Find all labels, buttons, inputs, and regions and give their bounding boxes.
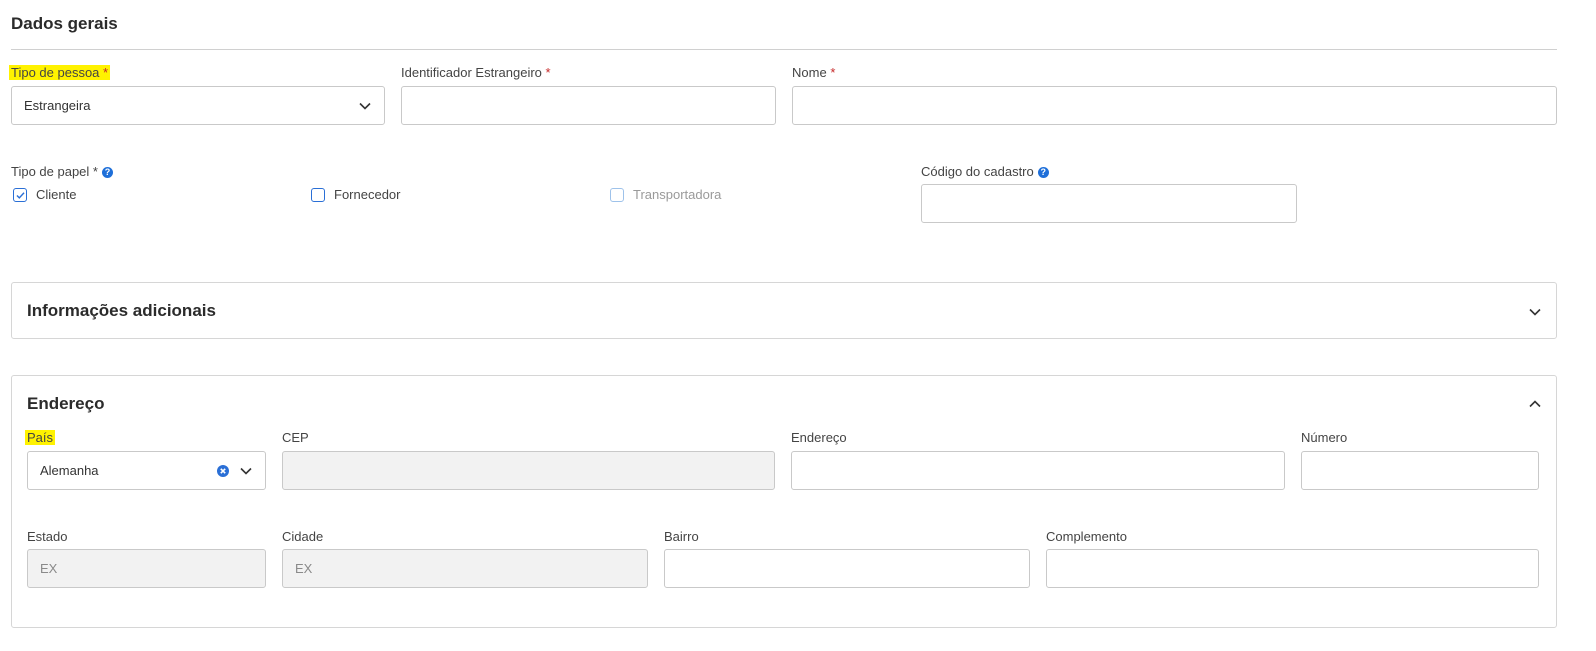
complemento-input[interactable]: [1046, 549, 1539, 588]
pais-value: Alemanha: [40, 463, 99, 478]
pais-label: País: [25, 430, 56, 445]
identificador-input[interactable]: [401, 86, 776, 125]
estado-input: EX: [27, 549, 266, 588]
chevron-down-icon[interactable]: [1528, 305, 1542, 319]
numero-input[interactable]: [1301, 451, 1539, 490]
codigo-label: Código do cadastro?: [921, 164, 1049, 179]
bairro-label: Bairro: [664, 529, 699, 544]
tipo-papel-label: Tipo de papel *?: [11, 164, 113, 179]
complemento-label: Complemento: [1046, 529, 1127, 544]
endereco-label: Endereço: [791, 430, 847, 445]
tipo-papel-label-text: Tipo de papel *: [11, 164, 98, 179]
checkbox-transportadora: [610, 188, 624, 202]
required-mark: *: [830, 65, 836, 80]
identificador-label-text: Identificador Estrangeiro: [401, 65, 542, 80]
question-circle-icon[interactable]: ?: [1037, 167, 1049, 179]
chevron-up-icon[interactable]: [1528, 397, 1542, 411]
estado-label: Estado: [27, 529, 68, 544]
cep-input: [282, 451, 775, 490]
section-divider: [11, 49, 1557, 50]
bairro-input[interactable]: [664, 549, 1030, 588]
nome-label-text: Nome: [792, 65, 827, 80]
endereco-input[interactable]: [791, 451, 1285, 490]
checkbox-transportadora-label: Transportadora: [633, 187, 722, 202]
cep-label: CEP: [282, 430, 309, 445]
chevron-down-icon: [359, 102, 371, 110]
required-mark: *: [545, 65, 551, 80]
tipo-pessoa-value: Estrangeira: [24, 98, 91, 113]
question-circle-icon[interactable]: ?: [101, 167, 113, 179]
checkbox-fornecedor-label: Fornecedor: [334, 187, 401, 202]
section-title-dados-gerais: Dados gerais: [11, 14, 118, 33]
pais-label-text: País: [25, 430, 56, 445]
info-adicionais-panel[interactable]: Informações adicionais: [11, 282, 1557, 339]
nome-label: Nome *: [792, 65, 835, 80]
identificador-label: Identificador Estrangeiro *: [401, 65, 551, 80]
checkbox-cliente[interactable]: [13, 188, 27, 202]
nome-input[interactable]: [792, 86, 1557, 125]
cidade-input: EX: [282, 549, 648, 588]
cidade-label: Cidade: [282, 529, 324, 544]
clear-icon[interactable]: [217, 465, 229, 477]
tipo-pessoa-label-text: Tipo de pessoa: [11, 65, 100, 80]
endereco-panel: Endereço: [11, 375, 1557, 628]
check-icon: [15, 191, 25, 199]
endereco-title: Endereço: [27, 394, 105, 413]
codigo-input[interactable]: [921, 184, 1297, 223]
info-adicionais-title: Informações adicionais: [27, 301, 216, 320]
required-mark: *: [103, 65, 109, 80]
checkbox-fornecedor[interactable]: [311, 188, 325, 202]
chevron-down-icon[interactable]: [239, 464, 253, 478]
pais-select[interactable]: Alemanha: [27, 451, 266, 490]
tipo-pessoa-select[interactable]: Estrangeira: [11, 86, 385, 125]
codigo-label-text: Código do cadastro: [921, 164, 1034, 179]
tipo-pessoa-label: Tipo de pessoa *: [9, 65, 111, 80]
numero-label: Número: [1301, 430, 1348, 445]
checkbox-cliente-label: Cliente: [36, 187, 77, 202]
